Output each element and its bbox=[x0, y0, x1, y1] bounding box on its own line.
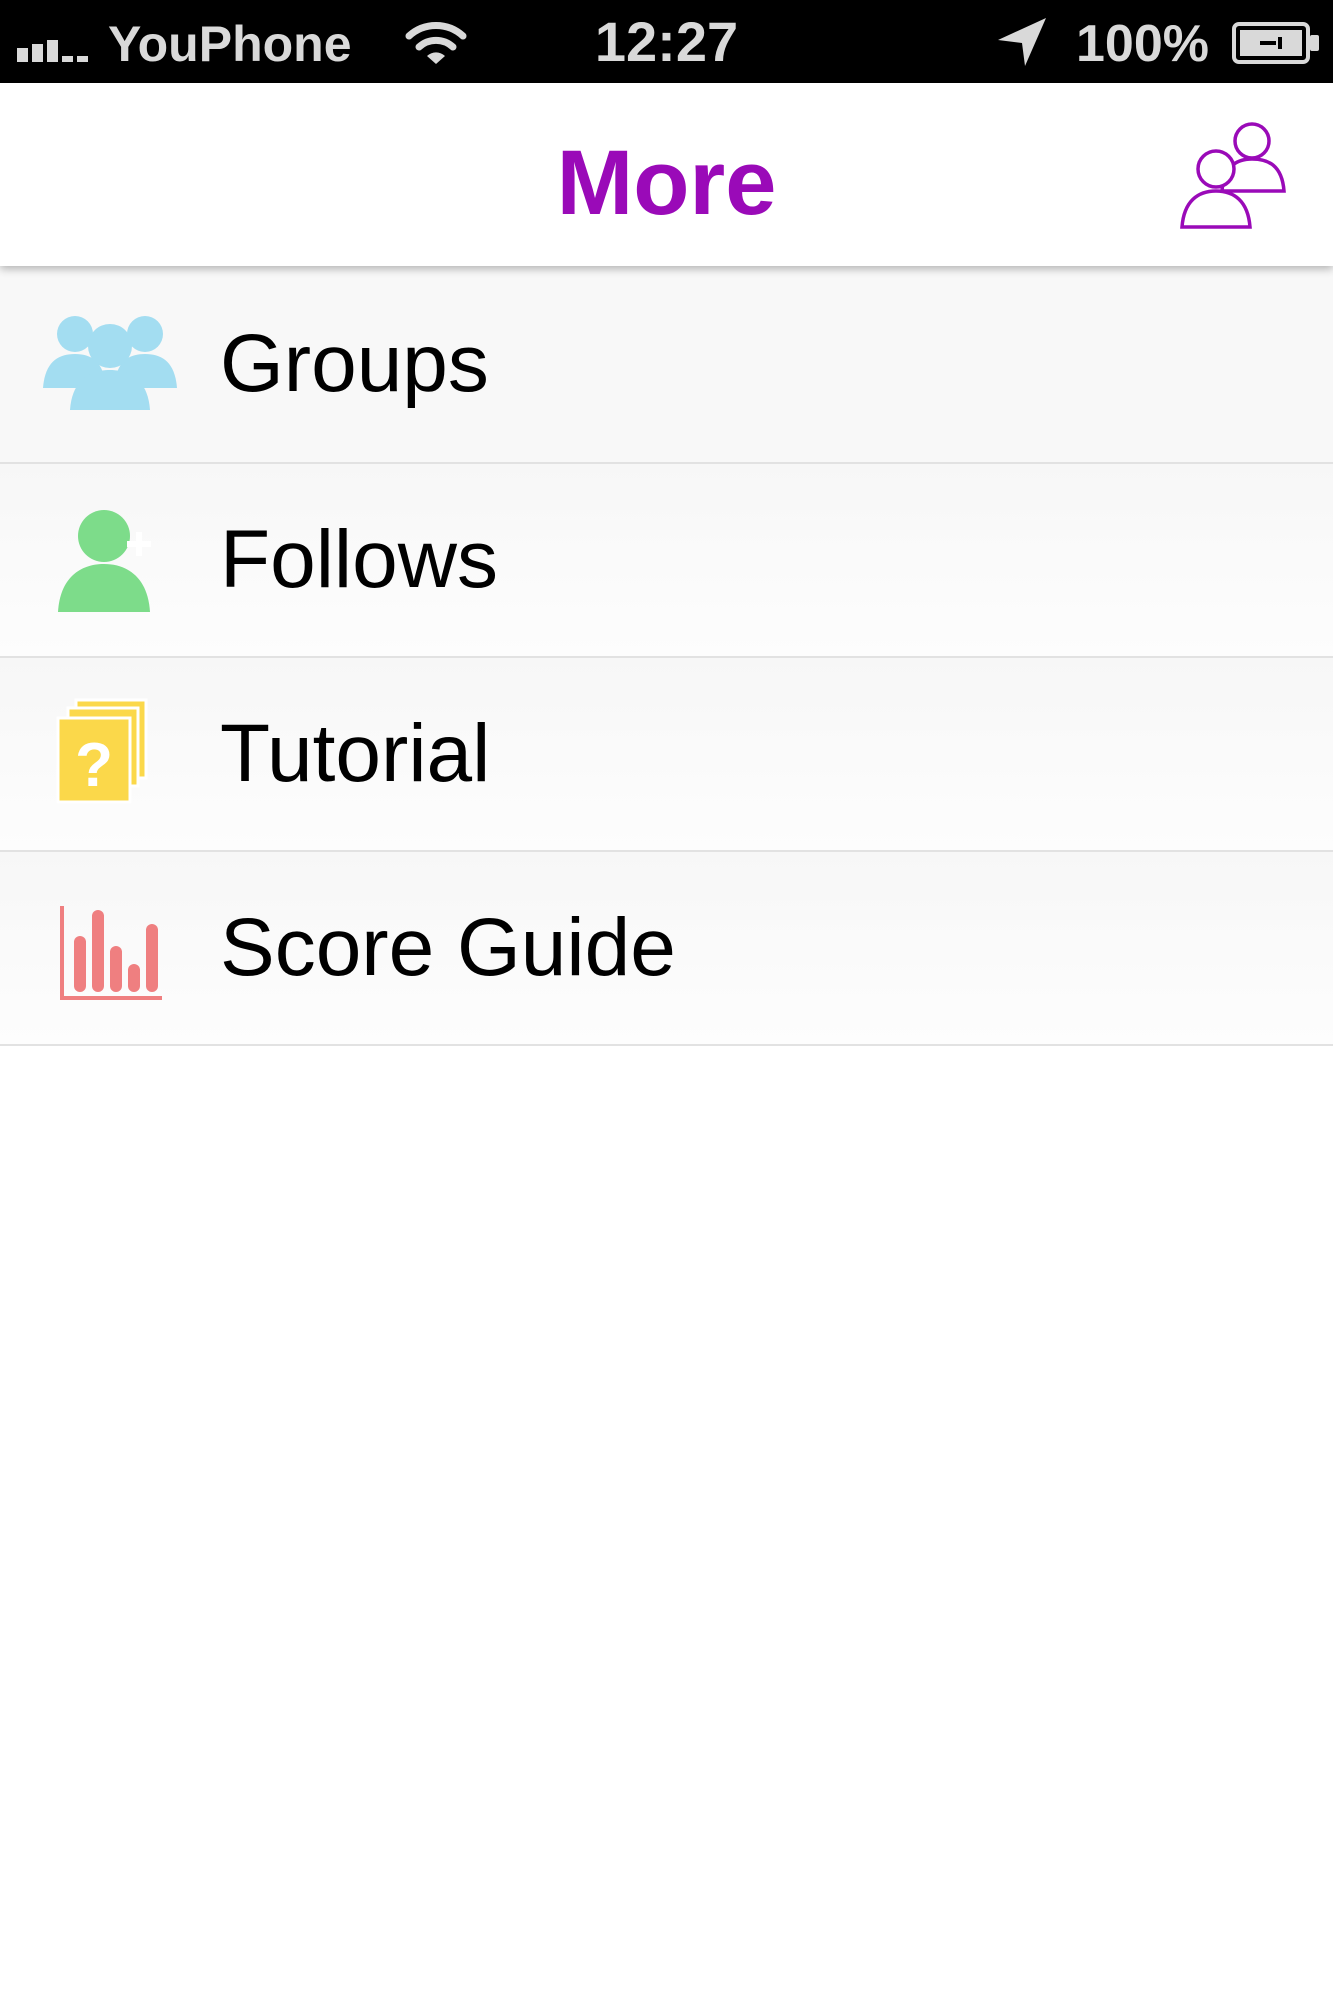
menu-item-label: Follows bbox=[220, 514, 498, 605]
menu-item-label: Tutorial bbox=[220, 708, 491, 799]
friends-icon[interactable] bbox=[1178, 115, 1294, 233]
menu-item-follows[interactable]: Follows bbox=[0, 464, 1333, 658]
menu-item-groups[interactable]: Groups bbox=[0, 266, 1333, 464]
menu-item-score-guide[interactable]: Score Guide bbox=[0, 852, 1333, 1046]
menu-item-label: Groups bbox=[220, 318, 489, 409]
menu-item-label: Score Guide bbox=[220, 902, 676, 993]
battery-icon bbox=[1232, 22, 1319, 64]
status-bar: YouPhone 12:27 100% bbox=[0, 0, 1333, 83]
menu-list: Groups Follows ? Tutorial Score Guide bbox=[0, 266, 1333, 1046]
svg-text:?: ? bbox=[75, 731, 113, 800]
help-cards-icon: ? bbox=[56, 698, 148, 804]
groups-icon bbox=[43, 316, 177, 410]
bar-chart-icon bbox=[60, 906, 162, 1000]
battery-percentage: 100% bbox=[1076, 15, 1209, 73]
location-arrow-icon bbox=[998, 18, 1046, 66]
page-title: More bbox=[556, 132, 777, 234]
menu-item-tutorial[interactable]: ? Tutorial bbox=[0, 658, 1333, 852]
navigation-bar: More bbox=[0, 83, 1333, 266]
add-person-icon bbox=[58, 510, 151, 612]
